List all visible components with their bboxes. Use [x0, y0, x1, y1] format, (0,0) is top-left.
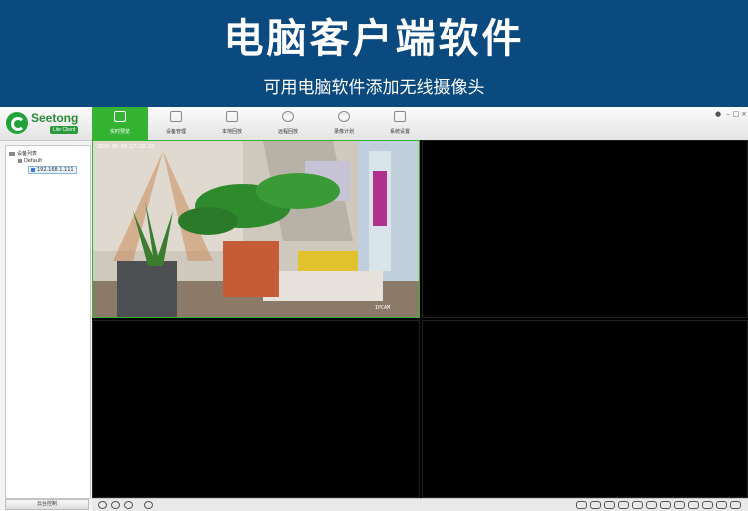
tab-label: 录像计划	[333, 129, 354, 135]
video-cell-3[interactable]	[92, 320, 420, 498]
layout-20-icon[interactable]	[688, 501, 699, 509]
tree-root-label: 设备列表	[17, 151, 38, 157]
layout-13-icon[interactable]	[660, 501, 671, 509]
close-icon[interactable]: ×	[740, 110, 748, 118]
main-toolbar: Seetong Lite Client 实时预览 设备管理 本地回放 远程回放 …	[0, 107, 748, 141]
stop-all-icon[interactable]	[98, 501, 107, 509]
tab-label: 实时预览	[109, 129, 130, 135]
banner-title: 电脑客户端软件	[223, 16, 525, 62]
video-grid: 2020-06-08 17:32:23 IPCAM	[92, 140, 748, 498]
folder-icon	[9, 151, 15, 156]
playback-control-bar	[92, 498, 748, 511]
layout-16-icon[interactable]	[674, 501, 685, 509]
film-icon	[226, 111, 238, 122]
layout-1-icon[interactable]	[576, 501, 587, 509]
seetong-logo: Seetong Lite Client	[6, 111, 84, 137]
tab-label: 远程回放	[277, 129, 298, 135]
group-icon	[18, 158, 22, 163]
fullscreen-icon[interactable]	[111, 501, 120, 509]
tab-remote-playback[interactable]: 远程回放	[260, 107, 316, 140]
logo-tagline: Lite Client	[50, 126, 79, 134]
osd-camera-name: IPCAM	[375, 305, 391, 311]
tree-root[interactable]: 设备列表	[9, 150, 37, 157]
refresh-icon[interactable]	[144, 501, 153, 509]
tab-local-playback[interactable]: 本地回放	[204, 107, 260, 140]
client-window: Seetong Lite Client 实时预览 设备管理 本地回放 远程回放 …	[0, 107, 748, 511]
replay-icon	[282, 111, 294, 122]
layout-64-icon[interactable]	[730, 501, 741, 509]
layout-36-icon[interactable]	[716, 501, 727, 509]
tab-live-preview[interactable]: 实时预览	[92, 107, 148, 140]
video-cell-2[interactable]	[422, 140, 748, 318]
tab-system-settings[interactable]: 系统设置	[372, 107, 428, 140]
osd-datetime: 2020-06-08 17:32:23	[97, 144, 155, 150]
promo-banner: 电脑客户端软件 可用电脑软件添加无线摄像头	[0, 0, 748, 107]
monitor-icon	[114, 111, 126, 122]
tree-group-default[interactable]: Default	[18, 158, 42, 164]
user-icon[interactable]: ●	[714, 110, 722, 118]
logo-name: Seetong	[31, 111, 79, 125]
layout-25-icon[interactable]	[702, 501, 713, 509]
settings-icon	[394, 111, 406, 122]
schedule-icon	[338, 111, 350, 122]
tree-device-label: 192.168.1.111	[37, 167, 74, 173]
layout-4-icon[interactable]	[590, 501, 601, 509]
layout-6-icon[interactable]	[604, 501, 615, 509]
logo-mark-icon	[6, 112, 28, 134]
minimize-icon[interactable]: –	[724, 110, 732, 118]
ptz-control-button[interactable]: 云台控制	[5, 499, 89, 510]
tab-recording-schedule[interactable]: 录像计划	[316, 107, 372, 140]
tab-label: 本地回放	[221, 129, 242, 135]
tab-label: 设备管理	[165, 129, 186, 135]
layout-8-icon[interactable]	[618, 501, 629, 509]
tree-group-label: Default	[24, 158, 43, 164]
tree-device-item[interactable]: 192.168.1.111	[28, 166, 77, 174]
stop-icon[interactable]	[124, 501, 133, 509]
device-icon	[170, 111, 182, 122]
camera-icon	[31, 167, 35, 172]
layout-10-icon[interactable]	[646, 501, 657, 509]
maximize-icon[interactable]: □	[732, 110, 740, 118]
tab-device-management[interactable]: 设备管理	[148, 107, 204, 140]
banner-subtitle: 可用电脑软件添加无线摄像头	[263, 78, 485, 98]
device-tree-panel: 设备列表 Default 192.168.1.111	[5, 145, 91, 499]
tab-label: 系统设置	[389, 129, 410, 135]
video-cell-1[interactable]: 2020-06-08 17:32:23 IPCAM	[92, 140, 420, 318]
video-cell-4[interactable]	[422, 320, 748, 498]
camera-feed-image	[93, 141, 419, 317]
layout-9-icon[interactable]	[632, 501, 643, 509]
